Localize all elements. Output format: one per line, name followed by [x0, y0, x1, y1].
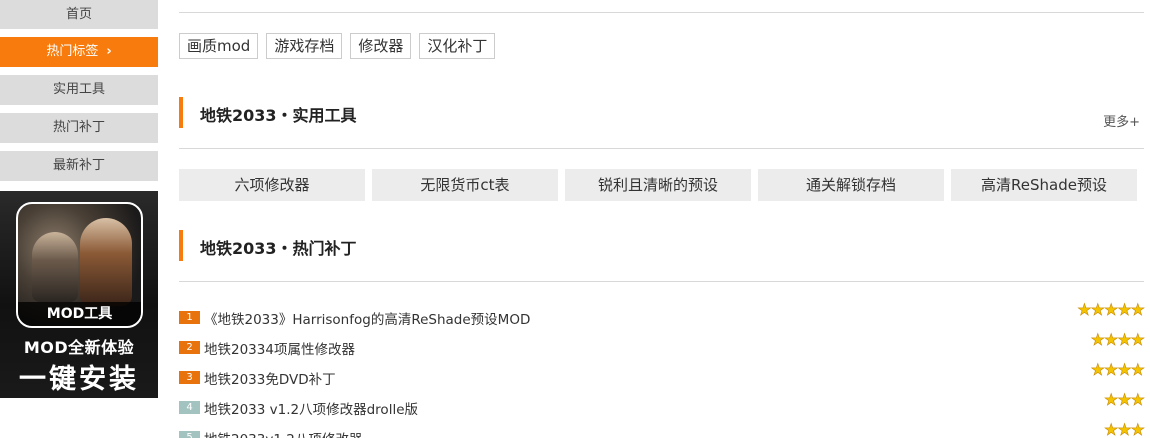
promo-game-art: MOD工具	[16, 202, 143, 328]
list-item: 3 地铁2033免DVD补丁 ★★★★	[179, 360, 1145, 390]
patch-link[interactable]: 《地铁2033》Harrisonfog的高清ReShade预设MOD	[204, 308, 530, 328]
sidebar-item-hot-tags[interactable]: 热门标签 ›	[0, 37, 158, 67]
sidebar-item-label: 最新补丁	[52, 158, 105, 173]
rank-badge: 5	[179, 431, 200, 438]
mod-tool-promo-banner[interactable]: MOD工具 MOD全新体验 一键安装	[0, 191, 158, 398]
tag-list: 画质mod 游戏存档 修改器 汉化补丁	[179, 33, 503, 59]
patch-ranking-list: 1 《地铁2033》Harrisonfog的高清ReShade预设MOD ★★★…	[179, 300, 1146, 438]
promo-slogan: 一键安装	[19, 364, 139, 395]
sidebar-item-label: 实用工具	[52, 82, 105, 97]
list-item: 1 《地铁2033》Harrisonfog的高清ReShade预设MOD ★★★…	[179, 300, 1145, 330]
star-icon: ★★★★★	[1077, 300, 1145, 320]
patch-link[interactable]: 地铁2033 v1.2八项修改器drolle版	[204, 398, 418, 418]
promo-headline: MOD全新体验	[23, 338, 135, 357]
sidebar-item-label: 热门补丁	[52, 120, 105, 135]
divider	[179, 12, 1144, 13]
tool-list: 六项修改器 无限货币ct表 锐利且清晰的预设 通关解锁存档 高清ReShade预…	[179, 169, 1144, 201]
list-item: 5 地铁2033v1.2八项修改器 ★★★	[179, 420, 1146, 438]
more-link[interactable]: 更多+	[1103, 111, 1140, 130]
star-icon: ★★★	[1103, 390, 1146, 410]
tools-section-header: 地铁2033・实用工具 更多+	[179, 97, 1144, 130]
tool-item[interactable]: 高清ReShade预设	[951, 169, 1137, 201]
tool-item[interactable]: 锐利且清晰的预设	[565, 169, 751, 201]
tag-item[interactable]: 修改器	[350, 33, 412, 59]
tag-item[interactable]: 游戏存档	[266, 33, 343, 59]
patch-link[interactable]: 地铁2033v1.2八项修改器	[204, 428, 362, 438]
sidebar-item-hot-patches[interactable]: 热门补丁	[0, 113, 158, 143]
section-accent-bar	[179, 97, 183, 128]
sidebar: 首页 热门标签 › 实用工具 热门补丁 最新补丁	[0, 0, 158, 189]
divider	[179, 281, 1144, 282]
section-title: 地铁2033・热门补丁	[200, 239, 357, 258]
star-icon: ★★★★	[1090, 360, 1145, 380]
sidebar-item-tools[interactable]: 实用工具	[0, 75, 158, 105]
rank-badge: 4	[179, 401, 200, 414]
chevron-right-icon: ›	[106, 44, 112, 59]
sidebar-item-label: 热门标签	[46, 44, 99, 59]
rank-badge: 3	[179, 371, 200, 384]
tool-item[interactable]: 无限货币ct表	[372, 169, 558, 201]
star-icon: ★★★	[1103, 420, 1146, 438]
tag-item[interactable]: 画质mod	[179, 33, 259, 59]
section-title: 地铁2033・实用工具	[200, 106, 357, 125]
tool-item[interactable]: 通关解锁存档	[758, 169, 944, 201]
rank-badge: 1	[179, 311, 200, 324]
list-item: 4 地铁2033 v1.2八项修改器drolle版 ★★★	[179, 390, 1146, 420]
divider	[179, 148, 1144, 149]
sidebar-item-label: 首页	[65, 7, 92, 22]
patch-link[interactable]: 地铁2033免DVD补丁	[204, 368, 336, 388]
promo-character-right	[80, 218, 132, 306]
patch-section-header: 地铁2033・热门补丁	[179, 230, 1144, 261]
rank-badge: 2	[179, 341, 200, 354]
section-accent-bar	[179, 230, 183, 261]
sidebar-item-new-patches[interactable]: 最新补丁	[0, 151, 158, 181]
promo-card-label: MOD工具	[18, 302, 141, 326]
list-item: 2 地铁20334项属性修改器 ★★★★	[179, 330, 1145, 360]
promo-character-left	[32, 232, 78, 302]
tool-item[interactable]: 六项修改器	[179, 169, 365, 201]
sidebar-item-home[interactable]: 首页	[0, 0, 158, 29]
star-icon: ★★★★	[1090, 330, 1145, 350]
tag-item[interactable]: 汉化补丁	[419, 33, 496, 59]
patch-link[interactable]: 地铁20334项属性修改器	[204, 338, 355, 358]
